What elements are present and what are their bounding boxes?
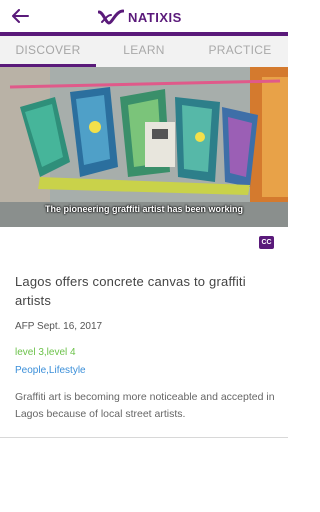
article-levels: level 3,level 4 (15, 347, 76, 358)
tab-practice[interactable]: PRACTICE (192, 36, 288, 67)
article-title: Lagos offers concrete canvas to graffiti… (15, 274, 246, 308)
tab-bar: DISCOVER LEARN PRACTICE (0, 36, 288, 67)
article-meta: AFP Sept. 16, 2017 (15, 321, 103, 332)
graffiti-video-frame (0, 67, 288, 227)
natixis-logo-mark-icon (98, 9, 124, 25)
closed-captions-button[interactable]: CC (259, 236, 274, 249)
back-button[interactable] (6, 6, 34, 30)
back-arrow-icon (11, 8, 29, 28)
video-caption: The pioneering graffiti artist has been … (44, 204, 244, 214)
article-details: CC Lagos offers concrete canvas to graff… (0, 227, 288, 437)
article-description: Graffiti art is becoming more noticeable… (15, 391, 275, 420)
tab-discover[interactable]: DISCOVER (0, 36, 96, 67)
tab-learn[interactable]: LEARN (96, 36, 192, 67)
natixis-logo: NATIXIS (98, 6, 182, 28)
bottom-area (0, 438, 288, 512)
video-player[interactable]: The pioneering graffiti artist has been … (0, 67, 288, 227)
logo-text: NATIXIS (128, 9, 182, 25)
top-bar: NATIXIS (0, 0, 288, 36)
article-categories[interactable]: People,Lifestyle (15, 365, 86, 376)
